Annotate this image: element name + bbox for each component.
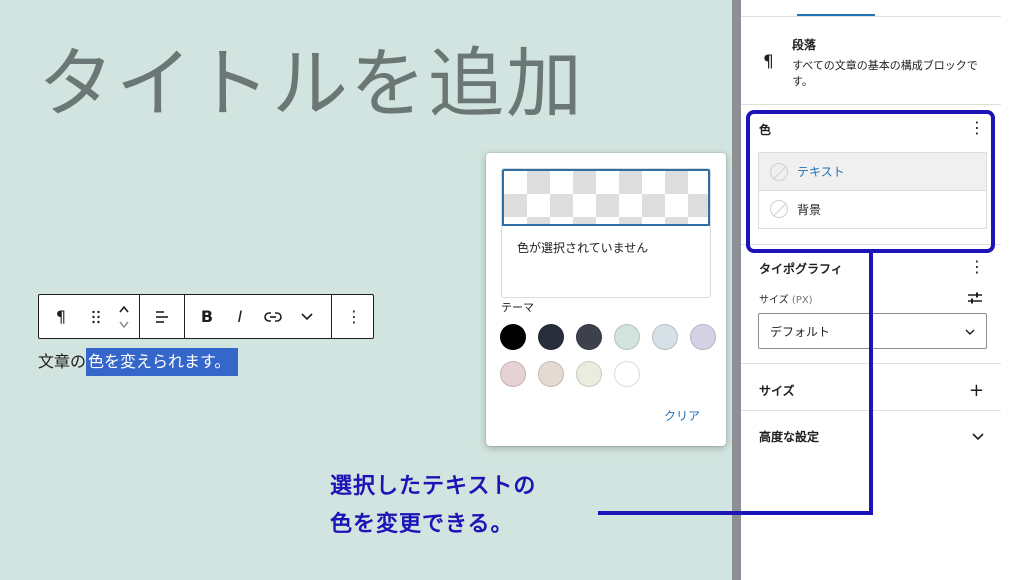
move-up-down-icon[interactable] (117, 302, 131, 332)
active-tab-indicator (797, 14, 875, 16)
block-description: すべての文章の基本の構成ブロックです。 (792, 59, 978, 88)
tab-divider (741, 16, 1001, 17)
selected-text[interactable]: 色を変えられます。 (86, 348, 239, 376)
drag-handle-icon[interactable] (83, 295, 109, 338)
typography-options-icon[interactable]: ⋮ (969, 259, 985, 275)
color-swatch-6[interactable] (690, 324, 716, 350)
callout-highlight-box (746, 110, 995, 253)
paragraph-block[interactable]: 文章の 色を変えられます。 (38, 348, 239, 376)
typography-title: タイポグラフィ (759, 262, 843, 276)
panel-divider (732, 0, 741, 580)
link-icon[interactable] (251, 295, 295, 338)
align-left-icon[interactable] (140, 295, 184, 338)
italic-button[interactable]: I (229, 295, 251, 338)
color-swatch-7[interactable] (500, 361, 526, 387)
color-swatch-3[interactable] (576, 324, 602, 350)
color-picker-popover: 色が選択されていません テーマ クリア (486, 153, 726, 446)
divider (741, 104, 1001, 105)
paragraph-icon[interactable]: ¶ (39, 295, 83, 338)
block-toolbar: ¶ B I ⋮ (38, 294, 374, 339)
color-swatches (500, 324, 720, 387)
block-switcher-group: ¶ (39, 295, 140, 338)
more-options-button[interactable]: ⋮ (332, 295, 376, 338)
chevron-down-icon[interactable] (295, 295, 319, 338)
color-swatch-9[interactable] (576, 361, 602, 387)
color-preview[interactable]: 色が選択されていません (501, 168, 711, 298)
plus-icon[interactable]: + (969, 380, 984, 401)
color-swatch-1[interactable] (500, 324, 526, 350)
block-name: 段落 (792, 38, 817, 52)
theme-label: テーマ (501, 301, 534, 314)
options-group: ⋮ (332, 295, 376, 338)
caption-line-1: 選択したテキストの (330, 474, 537, 499)
paragraph-block-icon: ¶ (763, 52, 774, 72)
font-size-value: デフォルト (770, 324, 831, 339)
no-color-text: 色が選択されていません (517, 241, 649, 255)
color-swatch-2[interactable] (538, 324, 564, 350)
color-swatch-5[interactable] (652, 324, 678, 350)
color-swatch-8[interactable] (538, 361, 564, 387)
transparent-checker (502, 169, 710, 226)
callout-line-horizontal (598, 511, 873, 515)
caption-line-2: 色を変更できる。 (330, 512, 514, 537)
callout-line-vertical (869, 253, 873, 515)
font-size-label: サイズ (PX) (759, 295, 813, 306)
paragraph-text: 文章の (38, 352, 87, 371)
align-group (140, 295, 185, 338)
custom-size-icon[interactable] (967, 290, 983, 309)
color-swatch-4[interactable] (614, 324, 640, 350)
chevron-down-icon[interactable] (972, 430, 984, 444)
format-group: B I (185, 295, 332, 338)
settings-sidebar: ¶ 段落 すべての文章の基本の構成ブロックです。 色 ⋮ テキスト 背景 タイポ… (741, 0, 1024, 580)
size-section-title: サイズ (759, 384, 795, 398)
annotation-caption: 選択したテキストの 色を変更できる。 (330, 468, 536, 544)
color-swatch-10[interactable] (614, 361, 640, 387)
post-title[interactable]: タイトルを追加 (38, 36, 598, 132)
chevron-down-icon (965, 324, 975, 338)
clear-button[interactable]: クリア (664, 407, 700, 424)
advanced-section-title: 高度な設定 (759, 430, 820, 444)
bold-button[interactable]: B (185, 295, 229, 338)
move-buttons (109, 302, 139, 332)
